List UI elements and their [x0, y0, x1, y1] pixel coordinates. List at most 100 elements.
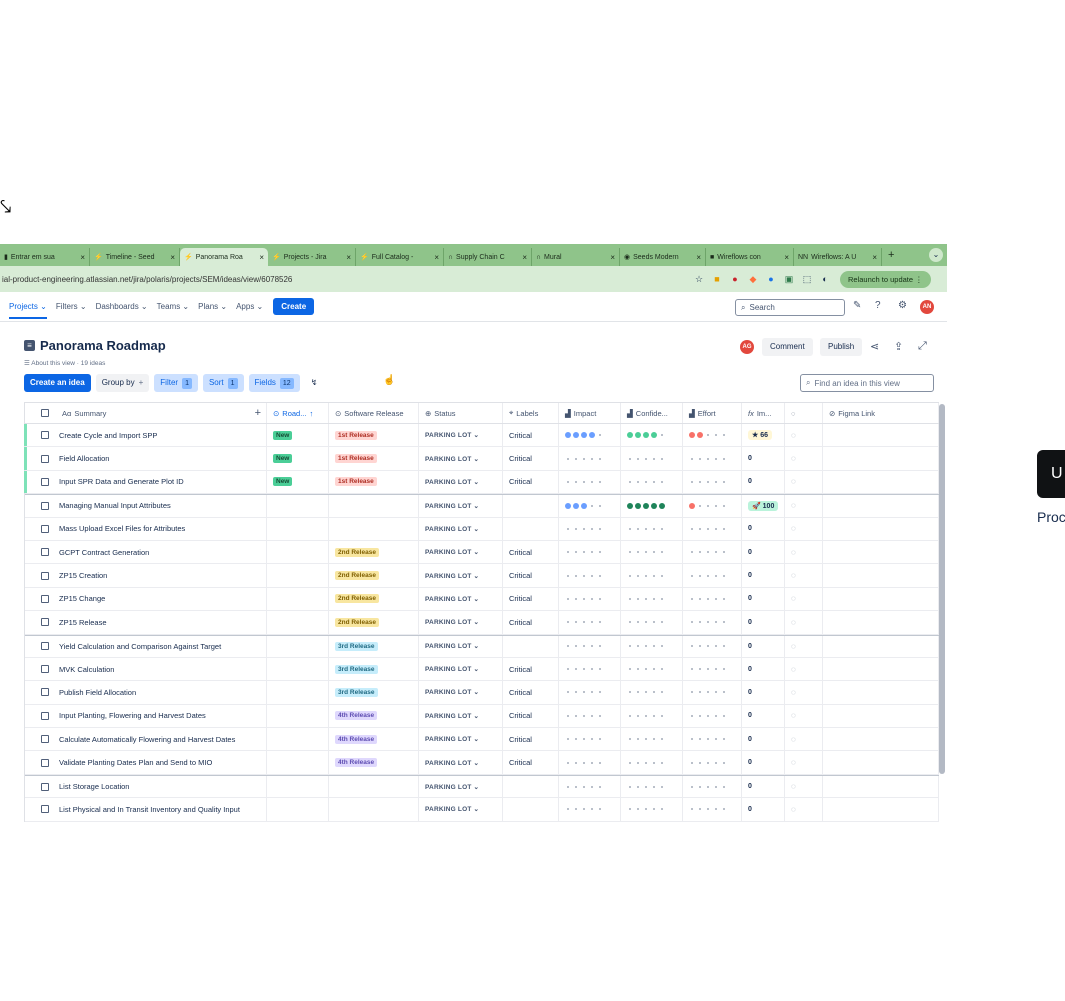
table-row[interactable]: ZP15 Change 2nd Release PARKING LOT ⌄ Criti…: [25, 587, 939, 612]
idea-summary[interactable]: ZP15 Creation: [59, 571, 107, 580]
row-checkbox[interactable]: [41, 501, 49, 510]
impact-cell[interactable]: [559, 564, 621, 587]
status-cell[interactable]: PARKING LOT ⌄: [419, 564, 503, 587]
comments-cell[interactable]: ◌: [785, 470, 823, 494]
labels-cell[interactable]: [503, 517, 559, 540]
effort-cell[interactable]: [683, 424, 742, 447]
status-cell[interactable]: PARKING LOT ⌄: [419, 611, 503, 634]
close-tab-icon[interactable]: ×: [868, 253, 877, 262]
comment-icon[interactable]: ◌: [791, 524, 796, 533]
confidence-cell[interactable]: [621, 470, 683, 494]
row-checkbox[interactable]: [41, 477, 49, 486]
column-confidence[interactable]: ▟ Confide...: [621, 403, 683, 423]
idea-summary[interactable]: GCPT Contract Generation: [59, 548, 149, 557]
summary-cell[interactable]: Validate Planting Dates Plan and Send to…: [25, 751, 267, 774]
close-tab-icon[interactable]: ×: [518, 253, 527, 262]
close-tab-icon[interactable]: ×: [780, 253, 789, 262]
row-checkbox[interactable]: [41, 594, 49, 603]
column-figma-link[interactable]: ⊘ Figma Link: [823, 403, 939, 423]
figma-link-cell[interactable]: [823, 495, 939, 517]
row-checkbox[interactable]: [41, 618, 49, 627]
roadmap-cell[interactable]: [267, 728, 329, 751]
impact-cell[interactable]: [559, 517, 621, 540]
impact-cell[interactable]: [559, 751, 621, 774]
settings-gear-icon[interactable]: ⚙: [898, 300, 907, 311]
browser-tab[interactable]: ◉ Seeds Modern ×: [620, 248, 706, 266]
status-cell[interactable]: PARKING LOT ⌄: [419, 775, 503, 798]
idea-summary[interactable]: Validate Planting Dates Plan and Send to…: [59, 758, 212, 767]
impact-cell[interactable]: [559, 447, 621, 470]
confidence-cell[interactable]: [621, 775, 683, 798]
share-icon[interactable]: ⋖: [870, 340, 879, 353]
labels-cell[interactable]: [503, 798, 559, 821]
impact-cell[interactable]: [559, 681, 621, 704]
status-cell[interactable]: PARKING LOT ⌄: [419, 495, 503, 517]
release-cell[interactable]: 1st Release: [329, 447, 419, 470]
side-panel-button[interactable]: U: [1037, 450, 1065, 498]
table-row[interactable]: Validate Planting Dates Plan and Send to…: [25, 751, 939, 775]
release-cell[interactable]: 2nd Release: [329, 564, 419, 587]
filter-button[interactable]: Filter 1: [154, 374, 198, 392]
effort-cell[interactable]: [683, 728, 742, 751]
impact-cell[interactable]: [559, 657, 621, 681]
comment-icon[interactable]: ◌: [791, 642, 796, 651]
profile-icon[interactable]: ◐: [816, 274, 834, 284]
relaunch-button[interactable]: Relaunch to update ⋮: [840, 270, 931, 288]
close-tab-icon[interactable]: ×: [430, 253, 439, 262]
confidence-cell[interactable]: [621, 517, 683, 540]
idea-summary[interactable]: ZP15 Release: [59, 618, 107, 627]
owner-avatar[interactable]: AG: [740, 340, 754, 354]
tab-search-icon[interactable]: ⌄: [929, 248, 943, 262]
comment-icon[interactable]: ◌: [791, 594, 796, 603]
release-cell[interactable]: 4th Release: [329, 704, 419, 728]
status-dropdown[interactable]: PARKING LOT ⌄: [425, 455, 479, 463]
summary-cell[interactable]: ZP15 Change: [25, 587, 267, 611]
table-row[interactable]: ZP15 Release 2nd Release PARKING LOT ⌄ Crit…: [25, 611, 939, 635]
comments-cell[interactable]: ◌: [785, 657, 823, 681]
row-checkbox[interactable]: [41, 688, 49, 697]
labels-cell[interactable]: Critical: [503, 470, 559, 494]
effort-cell[interactable]: [683, 681, 742, 704]
roadmap-cell[interactable]: [267, 798, 329, 821]
table-scrollbar[interactable]: [939, 404, 945, 774]
status-cell[interactable]: PARKING LOT ⌄: [419, 751, 503, 774]
comment-icon[interactable]: ◌: [791, 805, 796, 814]
row-checkbox[interactable]: [41, 735, 49, 744]
effort-cell[interactable]: [683, 564, 742, 587]
release-cell[interactable]: [329, 495, 419, 517]
row-checkbox[interactable]: [41, 548, 49, 557]
summary-cell[interactable]: Managing Manual Input Attributes: [25, 495, 267, 517]
roadmap-cell[interactable]: [267, 751, 329, 774]
roadmap-cell[interactable]: New: [267, 447, 329, 470]
status-cell[interactable]: PARKING LOT ⌄: [419, 704, 503, 728]
row-checkbox[interactable]: [41, 805, 49, 814]
column-impact[interactable]: ▟ Impact: [559, 403, 621, 423]
status-dropdown[interactable]: PARKING LOT ⌄: [425, 665, 479, 673]
figma-link-cell[interactable]: [823, 470, 939, 494]
release-cell[interactable]: [329, 798, 419, 821]
figma-link-cell[interactable]: [823, 728, 939, 751]
idea-summary[interactable]: Yield Calculation and Comparison Against…: [59, 642, 221, 651]
labels-cell[interactable]: Critical: [503, 564, 559, 587]
row-checkbox[interactable]: [41, 665, 49, 674]
table-row[interactable]: Managing Manual Input Attributes PARKING …: [25, 494, 939, 518]
column-labels[interactable]: ⌖ Labels: [503, 403, 559, 423]
table-row[interactable]: Calculate Automatically Flowering and Ha…: [25, 728, 939, 752]
idea-summary[interactable]: Managing Manual Input Attributes: [59, 501, 171, 510]
release-cell[interactable]: 2nd Release: [329, 611, 419, 634]
nav-apps[interactable]: Apps ⌄: [236, 302, 263, 311]
table-row[interactable]: GCPT Contract Generation 2nd Release PARKI…: [25, 540, 939, 565]
status-cell[interactable]: PARKING LOT ⌄: [419, 681, 503, 704]
release-cell[interactable]: [329, 517, 419, 540]
impact-cell[interactable]: [559, 540, 621, 564]
browser-tab[interactable]: ⚡ Full Catalog - ×: [356, 248, 444, 266]
roadmap-cell[interactable]: [267, 681, 329, 704]
labels-cell[interactable]: Critical: [503, 704, 559, 728]
impact-cell[interactable]: [559, 470, 621, 494]
row-checkbox[interactable]: [41, 454, 49, 463]
status-dropdown[interactable]: PARKING LOT ⌄: [425, 431, 479, 439]
summary-cell[interactable]: Mass Upload Excel Files for Attributes: [25, 517, 267, 540]
summary-cell[interactable]: Publish Field Allocation: [25, 681, 267, 704]
comments-cell[interactable]: ◌: [785, 540, 823, 564]
comments-cell[interactable]: ◌: [785, 751, 823, 774]
